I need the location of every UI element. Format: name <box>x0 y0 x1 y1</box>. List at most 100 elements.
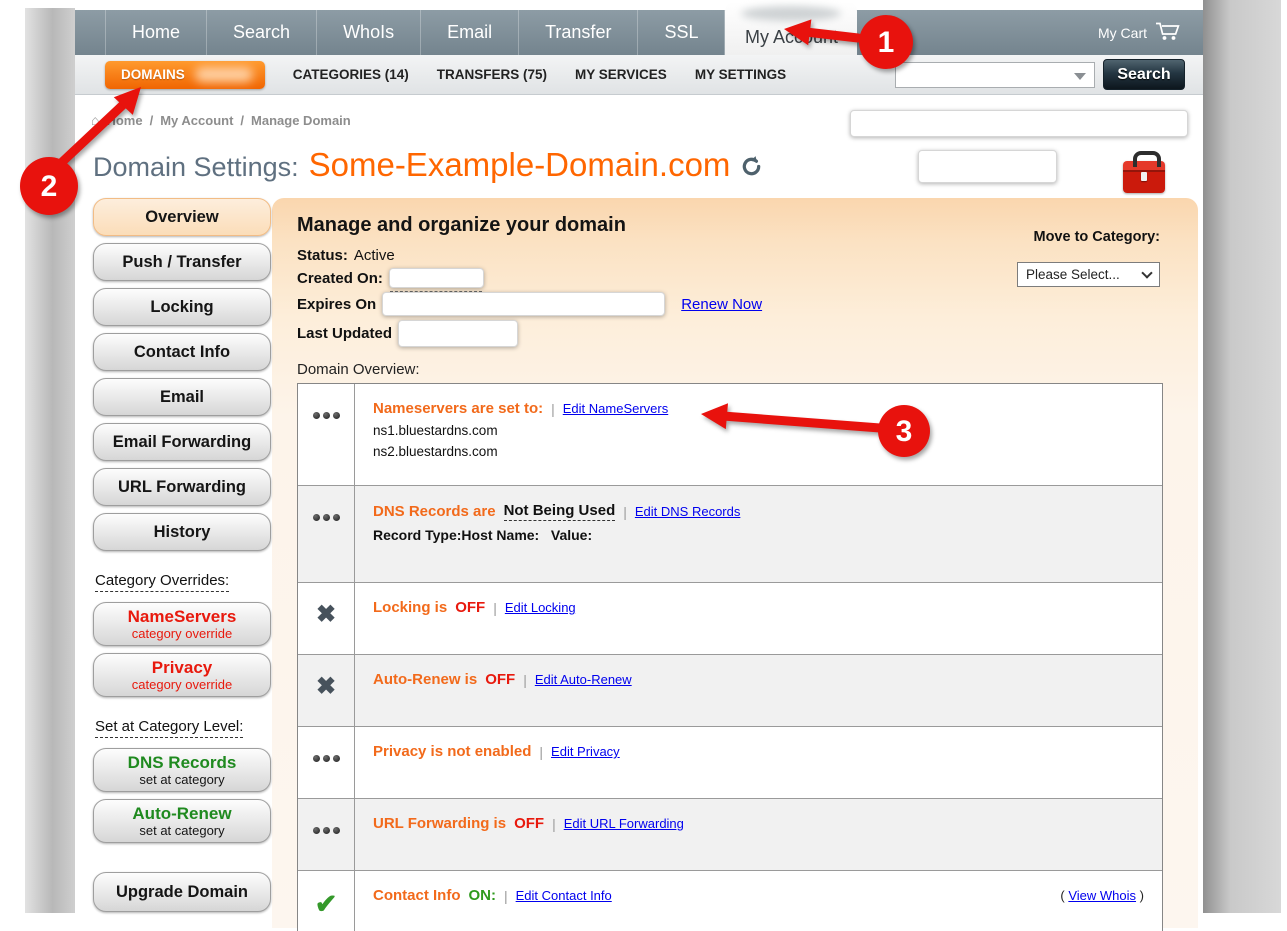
my-cart[interactable]: My Cart <box>1098 10 1203 55</box>
breadcrumb-separator: / <box>150 113 154 128</box>
sidebar-item-auto-renew-category[interactable]: Auto-Renew set at category <box>93 799 271 843</box>
updated-line: Last Updated <box>297 320 1198 347</box>
row-status-off: OFF <box>485 671 515 688</box>
redacted-box <box>382 292 665 316</box>
row-icon-cell <box>298 799 355 870</box>
override-title: NameServers <box>94 607 270 626</box>
background-strip-left <box>25 8 75 913</box>
edit-dns-records-link[interactable]: Edit DNS Records <box>635 504 740 519</box>
domain-search-input[interactable] <box>896 63 1066 87</box>
divider: | <box>504 888 508 904</box>
edit-nameservers-link[interactable]: Edit NameServers <box>563 401 668 416</box>
subnav-item-my-services[interactable]: MY SERVICES <box>575 67 667 82</box>
table-row-dns-records: DNS Records are Not Being Used | Edit DN… <box>298 486 1162 583</box>
subnav-item-categories[interactable]: CATEGORIES (14) <box>293 67 409 82</box>
breadcrumb-home[interactable]: Home <box>106 113 142 128</box>
category-title: Auto-Renew <box>94 804 270 823</box>
domain-search-combobox[interactable] <box>895 62 1095 88</box>
page-title-prefix: Domain Settings: <box>93 152 299 183</box>
category-select-value: Please Select... <box>1026 267 1120 282</box>
updated-label: Last Updated <box>297 325 392 342</box>
category-subtitle: set at category <box>94 772 270 787</box>
renew-now-link[interactable]: Renew Now <box>681 296 762 313</box>
sidebar-item-dns-records-category[interactable]: DNS Records set at category <box>93 748 271 792</box>
row-body: Locking is OFF | Edit Locking <box>355 583 1162 654</box>
nav-tab-my-account-active[interactable]: My Account <box>725 2 857 55</box>
table-row-contact-info: ✔ Contact Info ON: | Edit Contact Info (… <box>298 871 1162 931</box>
sidebar: Overview Push / Transfer Locking Contact… <box>93 198 273 919</box>
table-row-url-forwarding: URL Forwarding is OFF | Edit URL Forward… <box>298 799 1162 871</box>
sidebar-item-overview[interactable]: Overview <box>93 198 271 236</box>
breadcrumb-my-account[interactable]: My Account <box>160 113 233 128</box>
created-label: Created On: <box>297 270 383 287</box>
paren-close: ) <box>1140 888 1144 903</box>
table-row-locking: ✖ Locking is OFF | Edit Locking <box>298 583 1162 655</box>
row-icon-cell <box>298 727 355 798</box>
redaction-smear <box>741 6 841 21</box>
sidebar-item-email-forwarding[interactable]: Email Forwarding <box>93 423 271 461</box>
row-title: Auto-Renew is <box>373 671 477 688</box>
sidebar-item-url-forwarding[interactable]: URL Forwarding <box>93 468 271 506</box>
sidebar-item-push-transfer[interactable]: Push / Transfer <box>93 243 271 281</box>
edit-url-forwarding-link[interactable]: Edit URL Forwarding <box>564 816 684 831</box>
combobox-dropdown-icon[interactable] <box>1074 73 1086 80</box>
sidebar-item-privacy-override[interactable]: Privacy category override <box>93 653 271 697</box>
row-title: DNS Records are <box>373 503 496 520</box>
sidebar-item-contact-info[interactable]: Contact Info <box>93 333 271 371</box>
edit-contact-info-link[interactable]: Edit Contact Info <box>516 888 612 903</box>
override-subtitle: category override <box>94 677 270 692</box>
sidebar-item-history[interactable]: History <box>93 513 271 551</box>
row-body: URL Forwarding is OFF | Edit URL Forward… <box>355 799 1162 870</box>
breadcrumb: ⌂ Home / My Account / Manage Domain <box>91 112 351 128</box>
edit-locking-link[interactable]: Edit Locking <box>505 600 576 615</box>
row-icon-cell: ✖ <box>298 655 355 726</box>
site-container: Home Search WhoIs Email Transfer SSL My … <box>75 10 1203 913</box>
category-title: DNS Records <box>94 753 270 772</box>
nav-tab-email[interactable]: Email <box>421 10 519 55</box>
nav-tab-transfer[interactable]: Transfer <box>519 10 638 55</box>
view-whois-link[interactable]: View Whois <box>1068 888 1136 903</box>
sidebar-item-locking[interactable]: Locking <box>93 288 271 326</box>
nav-tab-search[interactable]: Search <box>207 10 317 55</box>
row-body: Nameservers are set to: | Edit NameServe… <box>355 384 1162 485</box>
record-headers: Record Type:Host Name: Value: <box>373 527 1148 543</box>
row-icon-cell <box>298 384 355 485</box>
domain-overview-table: Nameservers are set to: | Edit NameServe… <box>297 383 1163 931</box>
subnav-item-transfers[interactable]: TRANSFERS (75) <box>437 67 547 82</box>
sidebar-item-nameservers-override[interactable]: NameServers category override <box>93 602 271 646</box>
sidebar-item-email[interactable]: Email <box>93 378 271 416</box>
divider: | <box>493 600 497 616</box>
edit-privacy-link[interactable]: Edit Privacy <box>551 744 620 759</box>
nav-tab-ssl[interactable]: SSL <box>638 10 725 55</box>
nav-tab-home[interactable]: Home <box>105 10 207 55</box>
page-header: Domain Settings: Some-Example-Domain.com <box>93 146 763 184</box>
edit-auto-renew-link[interactable]: Edit Auto-Renew <box>535 672 632 687</box>
subnav-item-my-settings[interactable]: MY SETTINGS <box>695 67 786 82</box>
upgrade-domain-button[interactable]: Upgrade Domain <box>93 872 271 912</box>
table-row-auto-renew: ✖ Auto-Renew is OFF | Edit Auto-Renew <box>298 655 1162 727</box>
three-dots-icon <box>313 412 340 419</box>
nav-tab-my-account-label: My Account <box>745 27 838 47</box>
page-title-domain: Some-Example-Domain.com <box>309 146 731 184</box>
panel-inner: Manage and organize your domain Status: … <box>272 198 1198 931</box>
row-title: Locking is <box>373 599 447 616</box>
breadcrumb-manage-domain: Manage Domain <box>251 113 351 128</box>
row-title: URL Forwarding is <box>373 815 506 832</box>
subnav-item-domains-active[interactable]: DOMAINS <box>105 61 265 89</box>
divider: | <box>552 816 556 832</box>
override-title: Privacy <box>94 658 270 677</box>
breadcrumb-separator: / <box>240 113 244 128</box>
category-select[interactable]: Please Select... <box>1017 262 1160 287</box>
table-row-privacy: Privacy is not enabled | Edit Privacy <box>298 727 1162 799</box>
status-label: Status: <box>297 247 348 264</box>
row-body: Auto-Renew is OFF | Edit Auto-Renew <box>355 655 1162 726</box>
search-button[interactable]: Search <box>1103 59 1185 90</box>
content-panel: Manage and organize your domain Status: … <box>272 198 1198 928</box>
row-status-off: OFF <box>455 599 485 616</box>
expires-label: Expires On <box>297 296 376 313</box>
row-icon-cell <box>298 486 355 582</box>
nav-tab-whois[interactable]: WhoIs <box>317 10 421 55</box>
refresh-icon[interactable] <box>740 155 763 183</box>
toolbox-icon[interactable] <box>1123 161 1165 193</box>
move-to-category-label: Move to Category: <box>1034 229 1161 245</box>
